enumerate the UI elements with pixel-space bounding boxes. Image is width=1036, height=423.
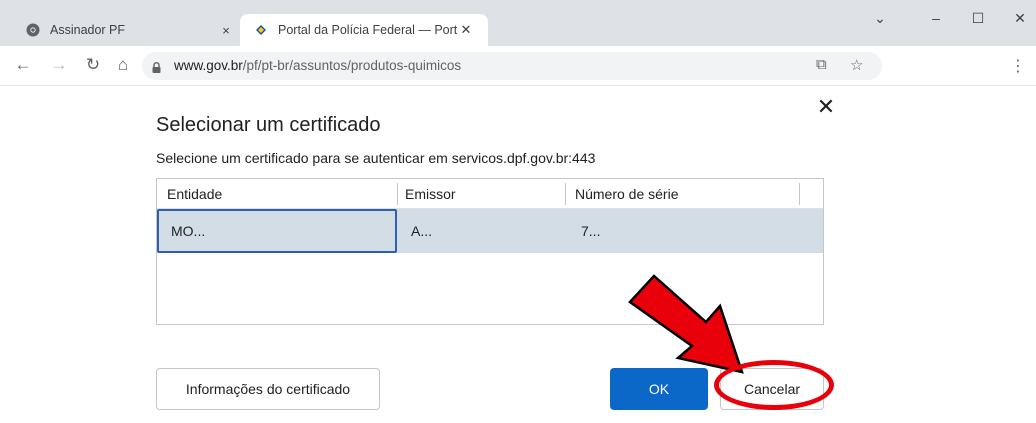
tab-title: Portal da Polícia Federal — Portu [278,23,458,37]
lock-icon[interactable] [152,60,161,73]
column-divider[interactable] [397,183,398,205]
column-header-entidade[interactable]: Entidade [167,186,222,202]
reload-icon[interactable]: ↻ [82,54,104,76]
window-close-icon[interactable]: ✕ [1010,10,1030,27]
tab-title: Assinador PF [50,23,126,37]
column-header-numero-serie[interactable]: Número de série [575,186,679,202]
certificate-table: Entidade Emissor Número de série MO... A… [156,178,824,325]
cell-numero-serie: 7... [581,223,601,239]
cell-entidade: MO... [171,223,206,239]
share-icon[interactable]: ⧉ [816,56,827,73]
chrome-icon [26,23,40,37]
cell-emissor: A... [411,223,433,239]
url-text[interactable]: www.gov.br/pf/pt-br/assuntos/produtos-qu… [174,58,461,73]
url-host: www.gov.br [174,58,243,73]
tab-close-icon[interactable]: × [218,23,234,38]
url-path: /pf/pt-br/assuntos/produtos-quimicos [242,58,462,73]
tab-assinador-pf[interactable]: Assinador PF × [12,14,248,46]
menu-icon[interactable]: ⋮ [1010,56,1026,76]
minimize-icon[interactable]: – [926,10,946,26]
dialog-description: Selecione um certificado para se autenti… [156,150,596,166]
home-icon[interactable]: ⌂ [112,54,134,76]
tab-portal-policia-federal[interactable]: Portal da Polícia Federal — Portu ✕ [240,14,488,46]
cancel-button[interactable]: Cancelar [720,368,824,410]
browser-toolbar: ← → ↻ ⌂ www.gov.br/pf/pt-br/assuntos/pro… [0,46,1036,86]
dialog-title: Selecionar um certificado [156,114,381,136]
gov-br-icon [254,23,268,37]
star-icon[interactable]: ☆ [850,56,863,74]
ok-button[interactable]: OK [610,368,708,410]
maximize-icon[interactable]: ☐ [968,10,988,27]
table-row[interactable]: MO... A... 7... [157,209,823,253]
tab-close-icon[interactable]: ✕ [458,22,474,38]
address-bar[interactable]: www.gov.br/pf/pt-br/assuntos/produtos-qu… [142,52,882,80]
dialog-close-icon[interactable]: ✕ [814,94,838,120]
certificate-info-button[interactable]: Informações do certificado [156,368,380,410]
column-header-emissor[interactable]: Emissor [405,186,456,202]
browser-titlebar: Assinador PF × Portal da Polícia Federal… [0,0,1036,46]
column-divider[interactable] [799,183,800,205]
column-divider[interactable] [565,183,566,205]
table-header: Entidade Emissor Número de série [157,179,823,209]
back-arrow-icon[interactable]: ← [12,54,34,76]
forward-arrow-icon[interactable]: → [48,54,70,76]
tab-search-chevron-icon[interactable]: ⌄ [870,10,890,27]
